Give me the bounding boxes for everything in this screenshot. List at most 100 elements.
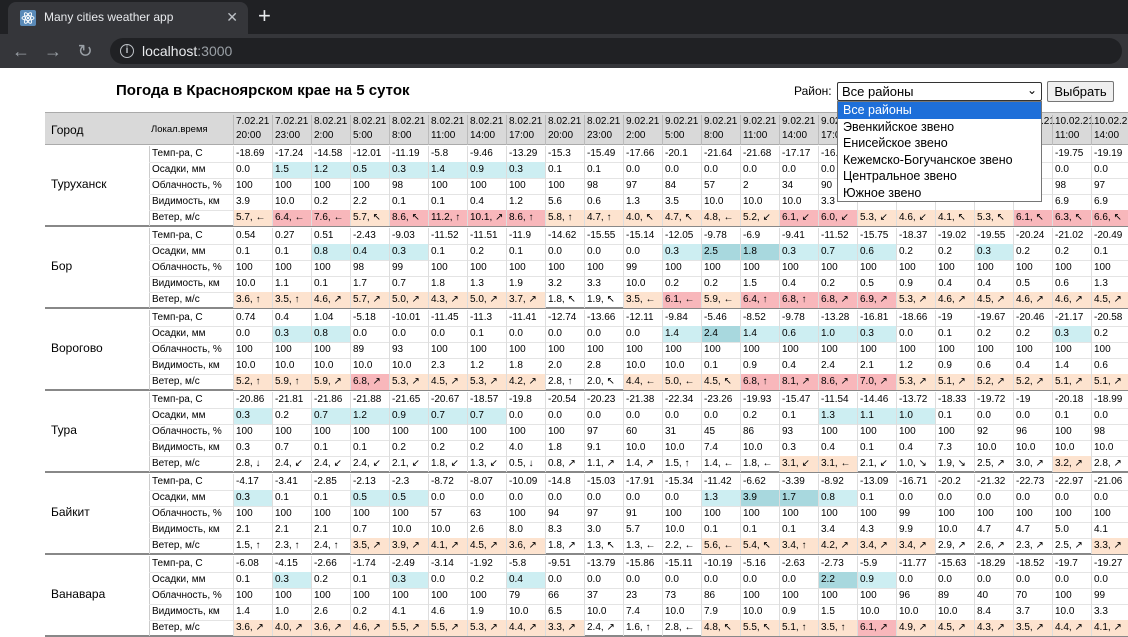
table-cell: 2.8, ←: [662, 620, 701, 636]
district-dropdown[interactable]: Все районы Эвенкийское звено Енисейское зв…: [837, 101, 1042, 202]
table-cell: 10.0: [935, 604, 974, 620]
table-cell: -20.58: [1091, 310, 1128, 326]
table-cell: -20.86: [233, 392, 272, 408]
city-block: Тура Темп-ра, С -20.86 -21.81 -21.86 -21.88 -2…: [45, 391, 1128, 473]
time-column-header: 10.02.21 11:00: [1052, 115, 1094, 145]
table-cell: 10.0: [428, 522, 467, 538]
table-cell: 1.0: [272, 604, 311, 620]
table-cell: 100: [740, 588, 779, 604]
table-cell: 10.0: [311, 358, 350, 374]
table-cell: 4.5, ↗: [935, 620, 974, 636]
param-label: Ветер, м/с: [149, 538, 233, 554]
table-cell: 4.5, ↗: [428, 374, 467, 390]
table-cell: 2.4, ↙: [272, 456, 311, 472]
reload-icon[interactable]: ↻: [74, 40, 96, 62]
table-cell: 89: [935, 588, 974, 604]
time-column-header: 8.02.21 14:00: [467, 115, 506, 145]
table-cell: 1.8, ↙: [428, 456, 467, 472]
table-cell: 0.0: [506, 408, 545, 424]
table-cell: 84: [662, 178, 701, 194]
table-cell: -5.46: [701, 310, 740, 326]
table-cell: 0.1: [857, 440, 896, 456]
table-cell: 1.4: [428, 162, 467, 178]
browser-tab[interactable]: Many cities weather app ✕: [8, 2, 248, 34]
table-cell: 1.2: [467, 358, 506, 374]
table-cell: 2.9, ↗: [935, 538, 974, 554]
table-cell: 3.5, ↑: [272, 292, 311, 308]
param-label: Видимость, км: [149, 276, 233, 292]
back-icon[interactable]: ←: [10, 40, 32, 62]
table-cell: 100: [350, 506, 389, 522]
table-cell: -20.23: [584, 392, 623, 408]
table-cell: 0.2: [662, 276, 701, 292]
table-cell: 0.0: [701, 162, 740, 178]
table-cell: -2.66: [311, 556, 350, 572]
table-cell: 100: [311, 506, 350, 522]
district-option[interactable]: Эвенкийское звено: [838, 119, 1041, 136]
table-cell: 10.0: [974, 440, 1013, 456]
table-cell: 2.6, ↗: [974, 538, 1013, 554]
table-cell: 2.8, ↓: [233, 456, 272, 472]
table-cell: 100: [818, 260, 857, 276]
apply-button[interactable]: Выбрать: [1047, 81, 1114, 102]
district-select[interactable]: Все районы ⌄: [837, 82, 1042, 101]
table-cell: 6.5: [545, 604, 584, 620]
address-bar[interactable]: i localhost:3000: [110, 38, 1122, 64]
table-cell: 0.0: [740, 572, 779, 588]
table-cell: 0.2: [1091, 326, 1128, 342]
district-option[interactable]: Кежемско-Богучанское звено: [838, 152, 1041, 169]
table-cell: 1.5, ↑: [662, 456, 701, 472]
table-cell: -14.46: [857, 392, 896, 408]
table-cell: 0.3: [233, 440, 272, 456]
table-cell: 4.6, ↗: [350, 620, 389, 636]
table-cell: 6.4, ←: [272, 210, 311, 226]
table-cell: 100: [506, 342, 545, 358]
table-cell: 1.1, ↗: [584, 456, 623, 472]
close-icon[interactable]: ✕: [226, 9, 238, 26]
table-cell: 86: [740, 424, 779, 440]
table-cell: 10.0: [1091, 440, 1128, 456]
table-cell: 0.0: [233, 326, 272, 342]
table-cell: 97: [584, 506, 623, 522]
forward-icon[interactable]: →: [42, 40, 64, 62]
table-cell: 100: [428, 342, 467, 358]
table-cell: 6.1, ↗: [857, 620, 896, 636]
table-cell: -11.54: [818, 392, 857, 408]
table-cell: 100: [545, 178, 584, 194]
table-cell: 7.4: [701, 440, 740, 456]
table-cell: 99: [1091, 588, 1128, 604]
table-cell: 5.2, ↗: [1013, 374, 1052, 390]
district-option[interactable]: Енисейское звено: [838, 135, 1041, 152]
table-cell: 0.2: [311, 572, 350, 588]
table-cell: 3.9: [233, 194, 272, 210]
table-cell: 4.7, ↖: [662, 210, 701, 226]
table-cell: 0.8: [818, 490, 857, 506]
table-cell: 3.0, ↗: [1013, 456, 1052, 472]
table-cell: 99: [623, 260, 662, 276]
new-tab-icon[interactable]: +: [258, 4, 271, 28]
table-cell: 100: [740, 506, 779, 522]
table-cell: -18.37: [896, 228, 935, 244]
table-cell: 8.6, ↑: [506, 210, 545, 226]
district-option[interactable]: Все районы: [838, 102, 1041, 119]
time-column-header: 8.02.21 23:00: [584, 115, 623, 145]
table-cell: 2.2, ←: [662, 538, 701, 554]
param-label: Осадки, мм: [149, 244, 233, 260]
table-cell: 2.4, ↑: [311, 538, 350, 554]
info-icon[interactable]: i: [120, 44, 134, 58]
table-cell: 2.4: [818, 358, 857, 374]
table-cell: 100: [272, 588, 311, 604]
table-cell: 6.4, ↑: [740, 292, 779, 308]
table-cell: 0.7: [389, 276, 428, 292]
react-icon: [20, 10, 36, 26]
tab-title: Many cities weather app: [44, 10, 174, 24]
table-cell: 100: [272, 342, 311, 358]
district-option[interactable]: Центральное звено: [838, 168, 1041, 185]
table-cell: 0.0: [623, 244, 662, 260]
district-option[interactable]: Южное звено: [838, 185, 1041, 202]
table-cell: 99: [389, 260, 428, 276]
table-cell: 6.3, ↖: [1052, 210, 1091, 226]
table-cell: -14.58: [311, 146, 350, 162]
table-cell: -6.08: [233, 556, 272, 572]
table-cell: 6.8, ↑: [779, 292, 818, 308]
